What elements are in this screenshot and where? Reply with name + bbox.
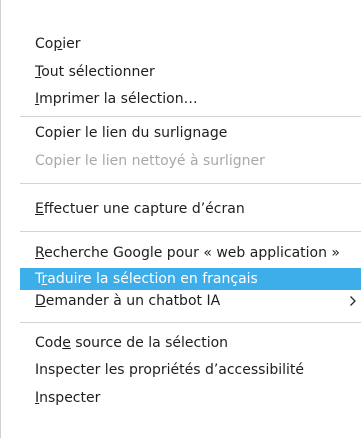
menu-item-label: Effectuer une capture d’écran: [35, 201, 245, 217]
menu-item-copy-highlight-link[interactable]: Copier le lien du surlignage: [20, 122, 361, 144]
chevron-right-icon: [349, 290, 357, 312]
menu-item-copy[interactable]: Copier: [20, 33, 361, 55]
menu-item-translate-selection[interactable]: Traduire la sélection en français: [20, 268, 361, 290]
menu-item-label: Recherche Google pour « web application …: [35, 245, 340, 261]
menu-item-print-selection[interactable]: Imprimer la sélection…: [20, 88, 361, 110]
menu-item-label: Copier le lien du surlignage: [35, 125, 228, 141]
menu-item-take-screenshot[interactable]: Effectuer une capture d’écran: [20, 198, 361, 220]
menu-item-label: Imprimer la sélection…: [35, 91, 198, 107]
menu-item-label: Traduire la sélection en français: [35, 271, 258, 287]
menu-item-ask-ai-chatbot[interactable]: Demander à un chatbot IA: [20, 290, 361, 312]
menu-item-label: Demander à un chatbot IA: [35, 293, 221, 309]
menu-item-label: Copier: [35, 36, 81, 52]
menu-item-inspect[interactable]: Inspecter: [20, 387, 361, 409]
menu-item-inspect-accessibility[interactable]: Inspecter les propriétés d’accessibilité: [20, 359, 361, 381]
menu-separator: [20, 183, 361, 184]
menu-item-label: Inspecter: [35, 390, 101, 406]
menu-item-view-selection-source[interactable]: Code source de la sélection: [20, 332, 361, 354]
menu-item-label: Code source de la sélection: [35, 335, 229, 351]
menu-item-label: Copier le lien nettoyé à surligner: [35, 153, 265, 169]
menu-separator: [20, 231, 361, 232]
menu-item-copy-clean-highlight-link: Copier le lien nettoyé à surligner: [20, 150, 361, 172]
context-menu: Copier Tout sélectionner Imprimer la sél…: [0, 0, 361, 438]
menu-separator: [20, 322, 361, 323]
menu-item-label: Tout sélectionner: [35, 64, 155, 80]
menu-item-google-search[interactable]: Recherche Google pour « web application …: [20, 242, 361, 264]
menu-separator: [20, 116, 361, 117]
menu-item-select-all[interactable]: Tout sélectionner: [20, 61, 361, 83]
menu-item-label: Inspecter les propriétés d’accessibilité: [35, 362, 305, 378]
